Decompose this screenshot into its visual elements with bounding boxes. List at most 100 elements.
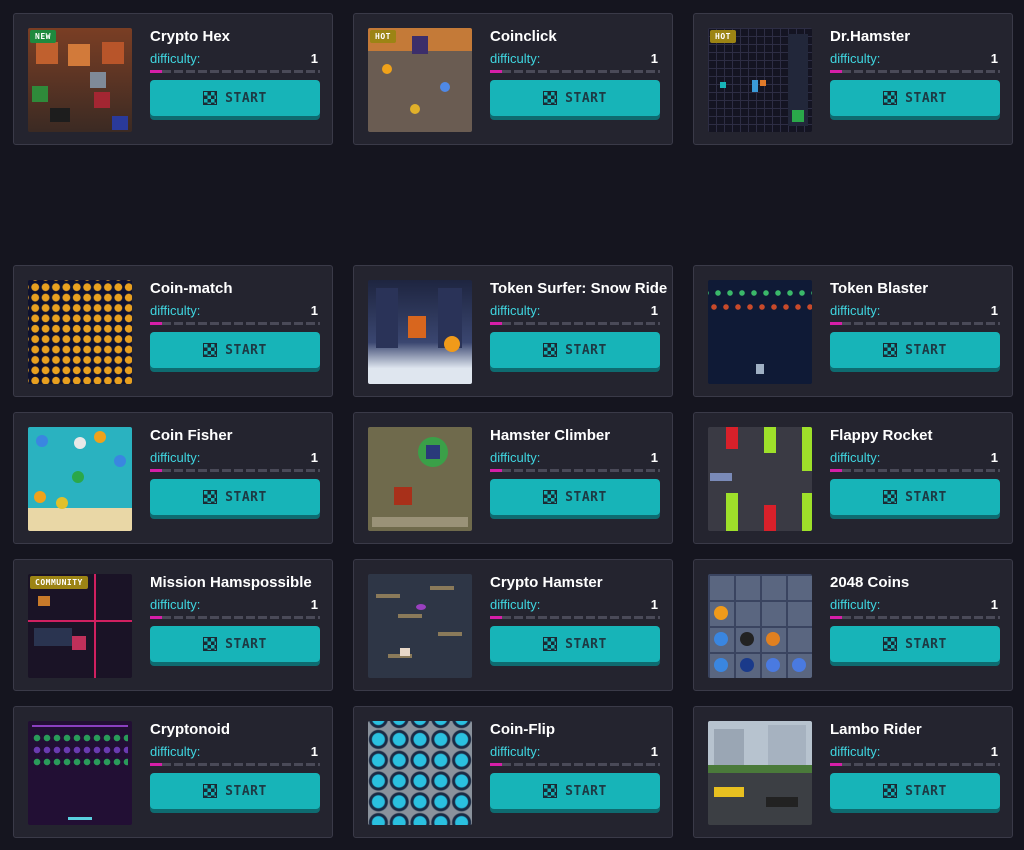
game-card-hamster-climber: Hamster Climber difficulty: 1 START <box>353 412 673 544</box>
start-button[interactable]: START <box>830 626 1000 662</box>
start-button[interactable]: START <box>490 773 660 809</box>
crypto-hamster-thumbnail[interactable] <box>368 574 472 678</box>
2048-coins-thumbnail[interactable] <box>708 574 812 678</box>
start-label: START <box>565 342 607 358</box>
token-blaster-thumbnail[interactable] <box>708 280 812 384</box>
start-button[interactable]: START <box>150 773 320 809</box>
difficulty-bar <box>150 469 320 472</box>
lambo-rider-thumbnail[interactable] <box>708 721 812 825</box>
game-card-dr-hamster: HOT Dr.Hamster difficulty: 1 START <box>693 13 1013 145</box>
difficulty-bar <box>830 469 1000 472</box>
start-label: START <box>565 783 607 799</box>
checkered-flag-icon <box>543 637 558 651</box>
start-button[interactable]: START <box>150 80 320 116</box>
game-card-cryptonoid: Cryptonoid difficulty: 1 START <box>13 706 333 838</box>
difficulty-bar <box>150 616 320 619</box>
coin-flip-thumbnail[interactable] <box>368 721 472 825</box>
token-surfer-thumbnail[interactable] <box>368 280 472 384</box>
game-title: 2048 Coins <box>830 574 910 591</box>
difficulty-bar <box>490 469 660 472</box>
game-title: Coin-Flip <box>490 721 555 738</box>
start-button[interactable]: START <box>150 479 320 515</box>
flappy-rocket-thumbnail[interactable] <box>708 427 812 531</box>
hamster-climber-thumbnail[interactable] <box>368 427 472 531</box>
checkered-flag-icon <box>883 637 898 651</box>
game-card-token-blaster: Token Blaster difficulty: 1 START <box>693 265 1013 397</box>
difficulty-value: 1 <box>650 303 658 318</box>
start-button[interactable]: START <box>490 80 660 116</box>
start-label: START <box>565 489 607 505</box>
game-card-coinclick: HOT Coinclick difficulty: 1 START <box>353 13 673 145</box>
checkered-flag-icon <box>203 637 218 651</box>
start-button[interactable]: START <box>150 626 320 662</box>
difficulty-value: 1 <box>310 51 318 66</box>
game-title: Lambo Rider <box>830 721 922 738</box>
difficulty-value: 1 <box>990 744 998 759</box>
difficulty-bar <box>490 322 660 325</box>
checkered-flag-icon <box>883 91 898 105</box>
checkered-flag-icon <box>543 490 558 504</box>
difficulty-label: difficulty: <box>830 51 881 66</box>
game-title: Coinclick <box>490 28 557 45</box>
checkered-flag-icon <box>203 784 218 798</box>
start-label: START <box>565 90 607 106</box>
difficulty-label: difficulty: <box>490 450 541 465</box>
new-badge: NEW <box>30 30 56 43</box>
checkered-flag-icon <box>883 343 898 357</box>
difficulty-bar <box>490 70 660 73</box>
game-title: Token Blaster <box>830 280 929 297</box>
game-title: Hamster Climber <box>490 427 611 444</box>
start-label: START <box>905 342 947 358</box>
difficulty-label: difficulty: <box>490 303 541 318</box>
game-title: Coin-match <box>150 280 233 297</box>
coin-match-thumbnail[interactable] <box>28 280 132 384</box>
difficulty-label: difficulty: <box>150 303 201 318</box>
start-button[interactable]: START <box>490 626 660 662</box>
hot-badge: HOT <box>710 30 736 43</box>
difficulty-bar <box>830 322 1000 325</box>
difficulty-value: 1 <box>650 450 658 465</box>
game-card-mission-hamspossible: COMMUNITY Mission Hamspossible difficult… <box>13 559 333 691</box>
start-button[interactable]: START <box>830 479 1000 515</box>
difficulty-bar <box>150 763 320 766</box>
difficulty-value: 1 <box>310 744 318 759</box>
start-button[interactable]: START <box>830 332 1000 368</box>
difficulty-bar <box>830 763 1000 766</box>
difficulty-label: difficulty: <box>150 51 201 66</box>
mission-hamspossible-thumbnail[interactable]: COMMUNITY <box>28 574 132 678</box>
difficulty-value: 1 <box>310 450 318 465</box>
start-label: START <box>225 783 267 799</box>
difficulty-value: 1 <box>310 303 318 318</box>
difficulty-label: difficulty: <box>830 303 881 318</box>
coinclick-thumbnail[interactable]: HOT <box>368 28 472 132</box>
difficulty-label: difficulty: <box>490 597 541 612</box>
start-button[interactable]: START <box>490 332 660 368</box>
start-label: START <box>905 489 947 505</box>
difficulty-value: 1 <box>990 450 998 465</box>
game-title: Coin Fisher <box>150 427 233 444</box>
difficulty-value: 1 <box>990 303 998 318</box>
crypto-hex-thumbnail[interactable]: NEW <box>28 28 132 132</box>
dr-hamster-thumbnail[interactable]: HOT <box>708 28 812 132</box>
cryptonoid-thumbnail[interactable] <box>28 721 132 825</box>
checkered-flag-icon <box>203 490 218 504</box>
start-button[interactable]: START <box>490 479 660 515</box>
game-title: Crypto Hamster <box>490 574 603 591</box>
coin-fisher-thumbnail[interactable] <box>28 427 132 531</box>
game-title: Crypto Hex <box>150 28 231 45</box>
game-card-crypto-hamster: Crypto Hamster difficulty: 1 START <box>353 559 673 691</box>
game-card-2048-coins: 2048 Coins difficulty: 1 START <box>693 559 1013 691</box>
community-badge: COMMUNITY <box>30 576 88 589</box>
game-title: Dr.Hamster <box>830 28 911 45</box>
difficulty-bar <box>490 763 660 766</box>
difficulty-value: 1 <box>650 51 658 66</box>
game-card-coin-fisher: Coin Fisher difficulty: 1 START <box>13 412 333 544</box>
game-title: Flappy Rocket <box>830 427 933 444</box>
start-button[interactable]: START <box>830 80 1000 116</box>
start-button[interactable]: START <box>150 332 320 368</box>
start-button[interactable]: START <box>830 773 1000 809</box>
difficulty-bar <box>830 70 1000 73</box>
difficulty-value: 1 <box>990 597 998 612</box>
hot-badge: HOT <box>370 30 396 43</box>
checkered-flag-icon <box>883 490 898 504</box>
